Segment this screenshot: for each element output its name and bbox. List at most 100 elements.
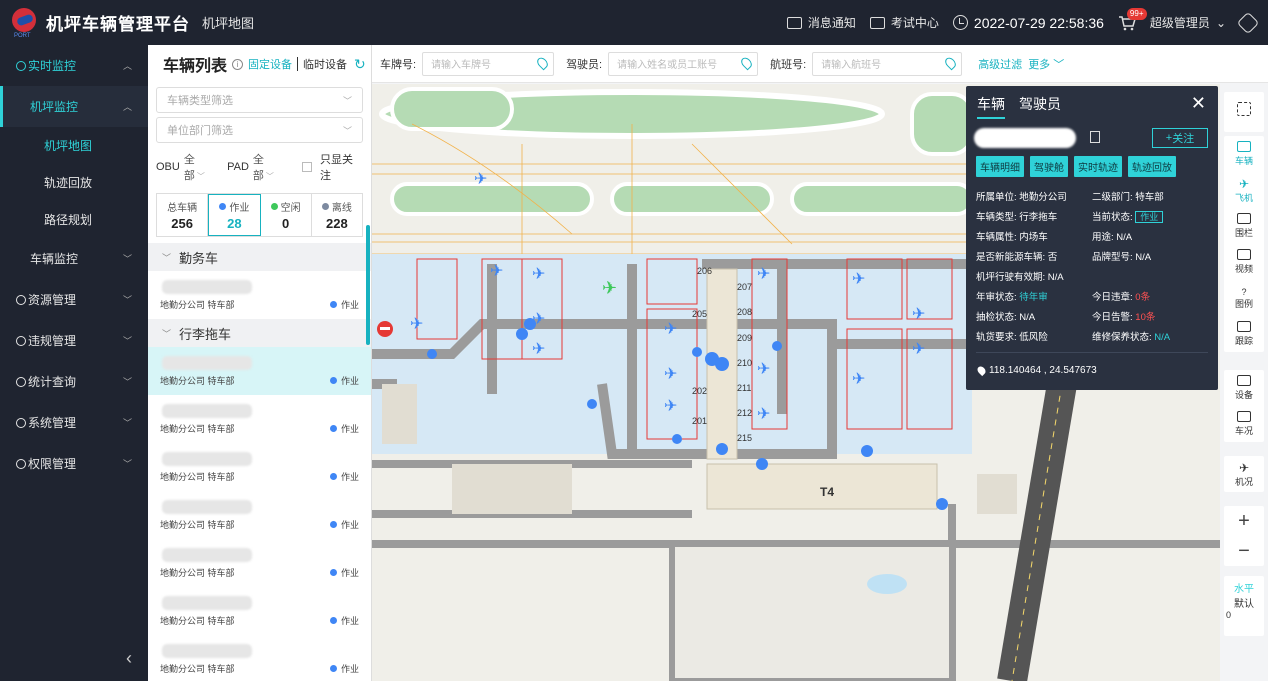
layer-vehicle[interactable]: 车辆 xyxy=(1224,136,1264,172)
list-item[interactable]: 地勤分公司 特车部 作业 xyxy=(148,271,371,319)
copy-icon[interactable] xyxy=(1090,131,1100,143)
gear-icon xyxy=(16,417,26,428)
airplane-icon: ✈ xyxy=(912,341,925,358)
vehicle-detail-button[interactable]: 车辆明细 xyxy=(976,156,1024,177)
obu-label: OBU xyxy=(156,161,180,173)
notify-button[interactable]: 消息通知 xyxy=(786,14,856,31)
pad-select[interactable]: 全部 ﹀ xyxy=(253,151,284,183)
layer-fence[interactable]: 围栏 xyxy=(1224,208,1264,244)
gate-label: 210 xyxy=(737,358,752,368)
clock-icon xyxy=(16,60,26,71)
cockpit-button[interactable]: 驾驶舱 xyxy=(1030,156,1068,177)
stat-offline[interactable]: 离线 228 xyxy=(312,194,362,236)
list-item[interactable]: 地勤分公司 特车部 作业 xyxy=(148,443,371,491)
stat-idle[interactable]: 空闲 0 xyxy=(261,194,312,236)
stat-working[interactable]: 作业 28 xyxy=(208,194,261,236)
top-bar: PORT 机坪车辆管理平台 机坪地图 消息通知 考试中心 2022-07-29 … xyxy=(0,0,1268,45)
refresh-icon[interactable]: ↻ xyxy=(354,56,366,73)
more-button[interactable]: 更多 ﹀ xyxy=(1028,56,1064,72)
status-badge: 作业 xyxy=(1135,211,1164,223)
advanced-filter-button[interactable]: 高级过滤 xyxy=(978,56,1022,72)
sidebar-item-track-replay[interactable]: 轨迹回放 xyxy=(0,164,148,201)
vehicle-condition-button[interactable]: 车况 xyxy=(1224,406,1264,442)
track-replay-button[interactable]: 轨迹回放 xyxy=(1128,156,1176,177)
sidebar-item-realtime[interactable]: 实时监控 ︿ xyxy=(0,45,148,86)
sidebar-item-route-plan[interactable]: 路径规划 xyxy=(0,201,148,238)
vehicle-list-panel: 车辆列表 i 固定设备 临时设备 ↻ 车辆类型筛选 ﹀ 单位部门筛选 ﹀ OBU 全… xyxy=(148,45,372,681)
mail-icon xyxy=(786,16,802,29)
layer-toggles: 车辆 ✈ 飞机 围栏 视频 ? 图例 跟踪 xyxy=(1224,136,1264,352)
airplane-icon: ✈ xyxy=(757,361,770,378)
view-mode[interactable]: 水平 默认 0 xyxy=(1224,576,1264,636)
device-icon xyxy=(1237,375,1251,386)
chevron-down-icon: ﹀ xyxy=(342,95,352,106)
terminal-label: T4 xyxy=(820,485,834,499)
sidebar-item-vehicle-monitor[interactable]: 车辆监控 ﹀ xyxy=(0,238,148,279)
list-item[interactable]: 地勤分公司 特车部 作业 xyxy=(148,635,371,681)
sidebar-item-apron-map[interactable]: 机坪地图 xyxy=(0,127,148,164)
list-item[interactable]: 地勤分公司 特车部 作业 xyxy=(148,395,371,443)
app-title: 机坪车辆管理平台 xyxy=(46,15,190,34)
user-menu[interactable]: 超级管理员 ⌄ xyxy=(1150,14,1226,31)
airplane-icon: ✈ xyxy=(757,406,770,423)
list-item[interactable]: 地勤分公司 特车部 作业 xyxy=(148,587,371,635)
chevron-down-icon: ﹀ xyxy=(162,252,172,263)
locate-icon xyxy=(535,55,550,70)
tab-fixed-devices[interactable]: 固定设备 xyxy=(248,56,292,72)
layer-video[interactable]: 视频 xyxy=(1224,244,1264,280)
clock: 2022-07-29 22:58:36 xyxy=(952,15,1104,31)
sidebar-item-resources[interactable]: 资源管理 ﹀ xyxy=(0,279,148,320)
list-scrollbar[interactable] xyxy=(366,225,370,345)
permission-icon xyxy=(16,458,26,469)
gate-label: 201 xyxy=(692,416,707,426)
collapse-sidebar-icon[interactable]: ‹ xyxy=(126,648,132,669)
vehicle-type-select[interactable]: 车辆类型筛选 ﹀ xyxy=(156,87,363,113)
aircraft-condition-button[interactable]: ✈ 机况 xyxy=(1224,456,1264,492)
tab-vehicle[interactable]: 车辆 xyxy=(977,94,1005,119)
follow-button[interactable]: + 关注 xyxy=(1152,128,1208,148)
sidebar-item-apron-monitor[interactable]: 机坪监控 ︿ xyxy=(0,86,148,127)
settings-icon[interactable] xyxy=(1236,11,1260,34)
group-service-vehicles[interactable]: ﹀ 勤务车 xyxy=(148,243,371,271)
obu-select[interactable]: 全部 ﹀ xyxy=(184,151,215,183)
zoom-out-button[interactable]: − xyxy=(1224,536,1264,566)
group-baggage-tractors[interactable]: ﹀ 行李拖车 xyxy=(148,319,371,347)
sidebar-item-violations[interactable]: 违规管理 ﹀ xyxy=(0,320,148,361)
legend-button[interactable]: ? 图例 xyxy=(1224,280,1264,316)
stat-total[interactable]: 总车辆 256 xyxy=(157,194,209,236)
close-icon[interactable]: ✕ xyxy=(1191,93,1206,114)
realtime-track-button[interactable]: 实时轨迹 xyxy=(1074,156,1122,177)
list-item[interactable]: 地勤分公司 特车部 作业 xyxy=(148,491,371,539)
gate-label: 205 xyxy=(692,309,707,319)
cart-button[interactable]: 99+ xyxy=(1118,7,1147,31)
zoom-in-button[interactable]: + xyxy=(1224,506,1264,536)
airplane-icon: ✈ xyxy=(664,321,677,338)
car-icon xyxy=(1237,141,1251,152)
device-button[interactable]: 设备 xyxy=(1224,370,1264,406)
fullscreen-icon xyxy=(1237,102,1251,116)
exam-button[interactable]: 考试中心 xyxy=(869,14,939,31)
detail-fields: 所属单位: 地勤分公司 二级部门: 特车部 车辆类型: 行李拖车 当前状态: 作业 … xyxy=(976,192,1171,343)
fullscreen-button[interactable] xyxy=(1224,92,1264,132)
sidebar-item-stats[interactable]: 统计查询 ﹀ xyxy=(0,361,148,402)
location-icon xyxy=(975,364,988,377)
plate-input[interactable]: 请输入车牌号 xyxy=(422,51,555,76)
sidebar-item-permissions[interactable]: 权限管理 ﹀ xyxy=(0,443,148,484)
only-follow-checkbox[interactable] xyxy=(302,162,312,172)
info-icon[interactable]: i xyxy=(232,58,244,70)
tab-driver[interactable]: 驾驶员 xyxy=(1019,94,1061,119)
track-button[interactable]: 跟踪 xyxy=(1224,316,1264,352)
layer-plane[interactable]: ✈ 飞机 xyxy=(1224,172,1264,208)
sidebar-item-system[interactable]: 系统管理 ﹀ xyxy=(0,402,148,443)
list-item[interactable]: 地勤分公司 特车部 作业 xyxy=(148,539,371,587)
driver-input[interactable]: 请输入姓名或员工账号 xyxy=(608,51,759,76)
flight-input[interactable]: 请输入航班号 xyxy=(812,51,963,76)
airplane-icon: ✈ xyxy=(474,171,487,188)
department-select[interactable]: 单位部门筛选 ﹀ xyxy=(156,117,363,143)
gate-label: 202 xyxy=(692,386,707,396)
zoom-controls: + − xyxy=(1224,506,1264,566)
tab-temp-devices[interactable]: 临时设备 xyxy=(303,56,347,72)
track-icon xyxy=(1237,321,1251,332)
list-item[interactable]: 地勤分公司 特车部 作业 xyxy=(148,347,371,395)
right-toolbar: 车辆 ✈ 飞机 围栏 视频 ? 图例 跟踪 设备 车况 ✈ 机况 + − 水平 默认 … xyxy=(1220,84,1268,681)
